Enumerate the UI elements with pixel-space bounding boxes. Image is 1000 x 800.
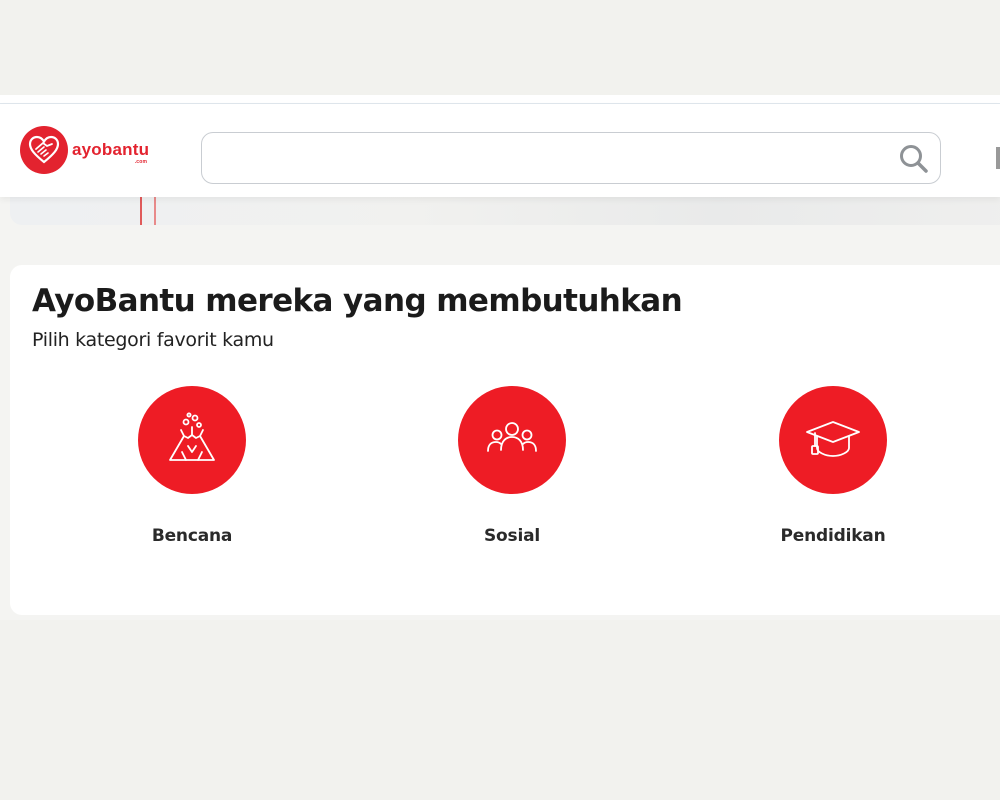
search-input[interactable]	[218, 143, 882, 175]
category-icon-circle	[779, 386, 887, 494]
category-label: Bencana	[151, 526, 233, 546]
logo-text: ayobantu	[72, 140, 150, 159]
search-icon[interactable]	[898, 143, 930, 175]
top-border	[0, 95, 1000, 104]
category-icon-circle	[458, 386, 566, 494]
logo-wordmark: ayobantu .com	[72, 140, 150, 165]
category-pendidikan[interactable]: Pendidikan	[753, 386, 913, 546]
category-icon-circle	[138, 386, 246, 494]
category-sosial[interactable]: Sosial	[432, 386, 592, 546]
site-logo[interactable]: ayobantu .com	[20, 126, 149, 174]
people-group-icon	[482, 408, 542, 472]
browser-viewport: ayobantu .com AyoBantu mereka yang membu…	[0, 95, 1000, 620]
site-header: ayobantu .com	[0, 104, 1000, 197]
category-label: Pendidikan	[780, 526, 886, 546]
section-title: AyoBantu mereka yang membutuhkan	[32, 283, 683, 319]
graduation-cap-icon	[803, 408, 863, 472]
volcano-icon	[162, 408, 222, 472]
logo-domain: .com	[134, 159, 148, 165]
category-label: Sosial	[484, 526, 540, 546]
header-menu-edge[interactable]	[996, 147, 1000, 169]
section-subtitle: Pilih kategori favorit kamu	[32, 329, 274, 351]
category-section: AyoBantu mereka yang membutuhkan Pilih k…	[10, 265, 1000, 615]
category-bencana[interactable]: Bencana	[112, 386, 272, 546]
search-bar[interactable]	[201, 132, 941, 184]
heart-hands-logo-icon	[20, 126, 68, 174]
